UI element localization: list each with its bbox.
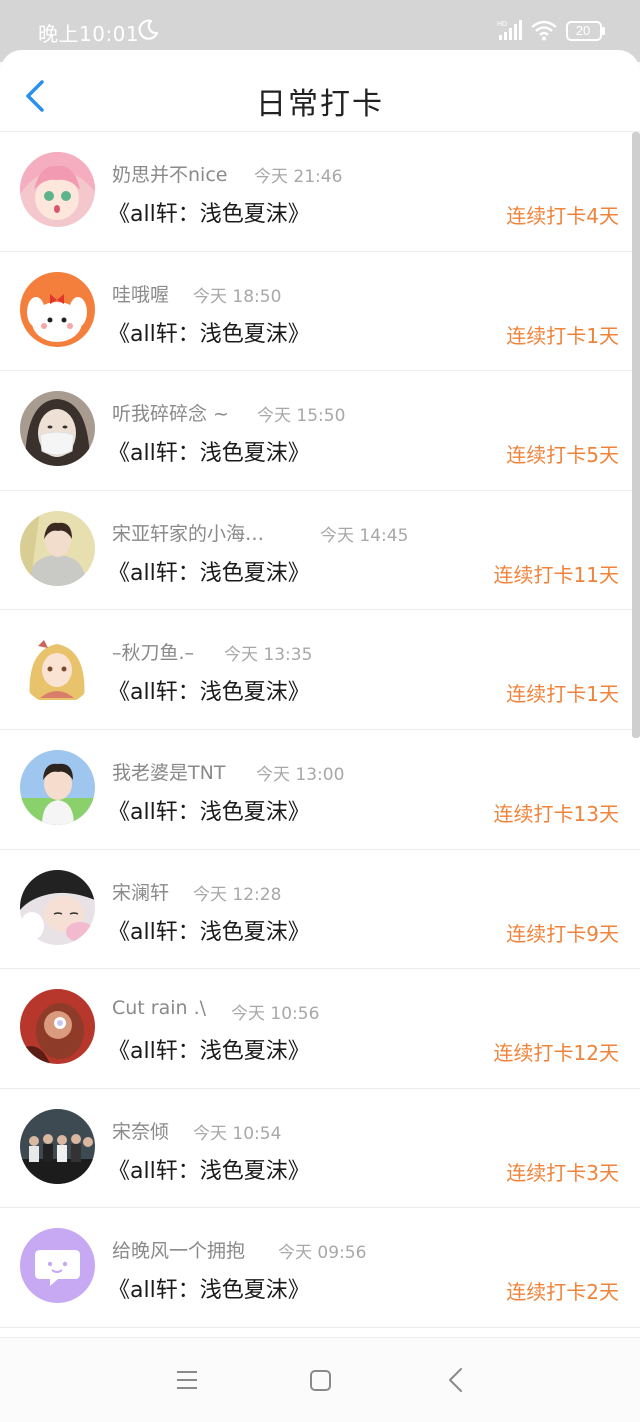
book-title[interactable]: 《all轩：浅色夏沫》 (108, 555, 310, 587)
checkin-time: 今天 13:00 (256, 764, 345, 785)
avatar[interactable] (20, 1108, 95, 1184)
list-item[interactable]: 听我碎碎念 ~ 今天 15:50 《all轩：浅色夏沫》 连续打卡5天 (0, 371, 640, 491)
book-title[interactable]: 《all轩：浅色夏沫》 (108, 196, 310, 228)
user-name[interactable]: 宋亚轩家的小海… (112, 519, 264, 546)
list-item[interactable]: –秋刀鱼.– 今天 13:35 《all轩：浅色夏沫》 连续打卡1天 (0, 610, 640, 730)
list-item[interactable]: 宋澜轩 今天 12:28 《all轩：浅色夏沫》 连续打卡9天 (0, 849, 640, 970)
streak-count: 连续打卡4天 (506, 204, 619, 228)
checkin-time: 今天 10:56 (231, 1004, 320, 1025)
user-name[interactable]: Cut rain .\ (112, 997, 206, 1019)
checkin-time: 今天 15:50 (257, 406, 346, 427)
checkin-list[interactable]: 奶思并不nice 今天 21:46 《all轩：浅色夏沫》 连续打卡4天 哇哦喔… (0, 132, 640, 1337)
battery-level: 20 (575, 23, 591, 38)
book-title[interactable]: 《all轩：浅色夏沫》 (108, 914, 310, 946)
streak-count: 连续打卡2天 (506, 1280, 619, 1305)
moon-icon (138, 19, 159, 40)
page-title: 日常打卡 (256, 87, 384, 122)
user-name[interactable]: 我老婆是TNT (112, 758, 225, 785)
avatar[interactable] (20, 152, 95, 227)
streak-count: 连续打卡3天 (506, 1160, 619, 1185)
svg-text:HD: HD (497, 21, 507, 28)
streak-count: 连续打卡1天 (506, 323, 619, 348)
book-title[interactable]: 《all轩：浅色夏沫》 (108, 794, 310, 826)
home-icon[interactable] (309, 1369, 332, 1392)
user-name[interactable]: 宋澜轩 (112, 878, 169, 905)
book-title[interactable]: 《all轩：浅色夏沫》 (108, 435, 310, 467)
user-name[interactable]: 给晚风一个拥抱 (112, 1236, 245, 1263)
book-title[interactable]: 《all轩：浅色夏沫》 (108, 316, 310, 348)
checkin-time: 今天 12:28 (193, 884, 282, 905)
avatar[interactable] (20, 749, 95, 825)
user-name[interactable]: 听我碎碎念 ~ (112, 399, 229, 426)
streak-count: 连续打卡12天 (493, 1041, 619, 1066)
avatar[interactable] (20, 1228, 95, 1304)
list-item[interactable]: 奶思并不nice 今天 21:46 《all轩：浅色夏沫》 连续打卡4天 (0, 132, 640, 252)
list-item[interactable]: 给晚风一个拥抱 今天 09:56 《all轩：浅色夏沫》 连续打卡2天 (0, 1208, 640, 1328)
avatar[interactable] (20, 989, 95, 1065)
user-name[interactable]: 哇哦喔 (112, 280, 169, 307)
menu-icon[interactable] (175, 1368, 199, 1392)
list-item[interactable]: 宋亚轩家的小海… 今天 14:45 《all轩：浅色夏沫》 连续打卡11天 (0, 490, 640, 611)
avatar[interactable] (20, 869, 95, 945)
wifi-icon (531, 20, 557, 41)
user-name[interactable]: –秋刀鱼.– (112, 638, 194, 665)
signal-icon: HD (497, 20, 522, 40)
checkin-time: 今天 13:35 (224, 645, 313, 666)
checkin-time: 今天 18:50 (193, 286, 282, 307)
list-item[interactable]: 我老婆是TNT 今天 13:00 《all轩：浅色夏沫》 连续打卡13天 (0, 729, 640, 850)
avatar[interactable] (20, 510, 95, 586)
list-item[interactable]: Cut rain .\ 今天 10:56 《all轩：浅色夏沫》 连续打卡12天 (0, 969, 640, 1089)
scrollbar[interactable] (632, 132, 640, 738)
checkin-time: 今天 14:45 (320, 525, 409, 546)
book-title[interactable]: 《all轩：浅色夏沫》 (108, 1153, 310, 1185)
header: 日常打卡 (0, 50, 640, 132)
list-item[interactable]: 宋奈倾 今天 10:54 《all轩：浅色夏沫》 连续打卡3天 (0, 1088, 640, 1209)
back-icon[interactable] (444, 1367, 468, 1393)
checkin-time: 今天 10:54 (193, 1123, 282, 1144)
user-name[interactable]: 奶思并不nice (112, 160, 227, 187)
checkin-time: 今天 21:46 (254, 167, 343, 187)
streak-count: 连续打卡1天 (506, 682, 619, 707)
streak-count: 连续打卡11天 (493, 562, 619, 587)
book-title[interactable]: 《all轩：浅色夏沫》 (108, 674, 310, 706)
checkin-time: 今天 09:56 (278, 1243, 367, 1264)
streak-count: 连续打卡9天 (506, 921, 619, 946)
status-time: 晚上10:01 (38, 22, 140, 46)
avatar[interactable] (20, 630, 95, 706)
system-nav-bar (0, 1337, 640, 1422)
list-item[interactable]: 哇哦喔 今天 18:50 《all轩：浅色夏沫》 连续打卡1天 (0, 251, 640, 372)
book-title[interactable]: 《all轩：浅色夏沫》 (108, 1272, 310, 1304)
streak-count: 连续打卡5天 (506, 443, 619, 468)
book-title[interactable]: 《all轩：浅色夏沫》 (108, 1033, 310, 1065)
user-name[interactable]: 宋奈倾 (112, 1117, 169, 1144)
avatar[interactable] (20, 271, 95, 347)
avatar[interactable] (20, 391, 95, 467)
streak-count: 连续打卡13天 (493, 801, 619, 826)
